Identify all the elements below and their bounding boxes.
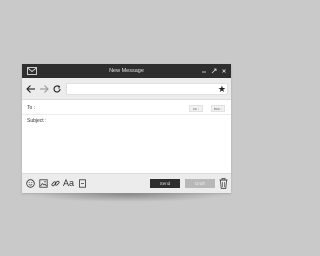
emoji-icon[interactable] [26, 179, 35, 188]
arrow-left-icon[interactable] [26, 84, 36, 94]
compose-window: New Message ★ To: cc: bcc: Subject: … [22, 64, 231, 193]
link-icon[interactable] [51, 179, 60, 188]
title-bar: New Message [22, 64, 231, 78]
subject-label: Subject : [27, 118, 47, 124]
compose-toolbar: Aa Send Draft [22, 173, 231, 193]
subject-field[interactable]: Subject : [22, 115, 231, 175]
expand-button[interactable] [211, 68, 217, 74]
trash-icon[interactable] [219, 178, 228, 189]
minimize-button[interactable] [201, 68, 207, 74]
window-controls [201, 64, 227, 78]
minimize-icon [202, 71, 206, 73]
close-button[interactable] [221, 68, 227, 74]
draft-button[interactable]: Draft [185, 179, 215, 188]
to-label: To : [27, 105, 36, 111]
reload-icon[interactable] [52, 84, 62, 94]
send-button[interactable]: Send [150, 179, 180, 188]
navigation-bar: ★ [22, 78, 231, 100]
arrow-right-icon[interactable] [39, 84, 49, 94]
image-icon[interactable] [39, 179, 48, 188]
cc-button[interactable]: cc : [189, 105, 203, 112]
to-field[interactable]: To : cc : bcc : [22, 103, 231, 115]
address-input[interactable] [66, 83, 228, 95]
mail-icon [27, 67, 37, 75]
font-format-icon[interactable]: Aa [63, 177, 74, 189]
attachment-icon[interactable] [78, 179, 87, 188]
close-icon [222, 69, 226, 73]
bcc-button[interactable]: bcc : [211, 105, 225, 112]
star-icon[interactable]: ★ [218, 83, 226, 95]
window-title: New Message [109, 68, 144, 74]
expand-icon [211, 68, 217, 74]
